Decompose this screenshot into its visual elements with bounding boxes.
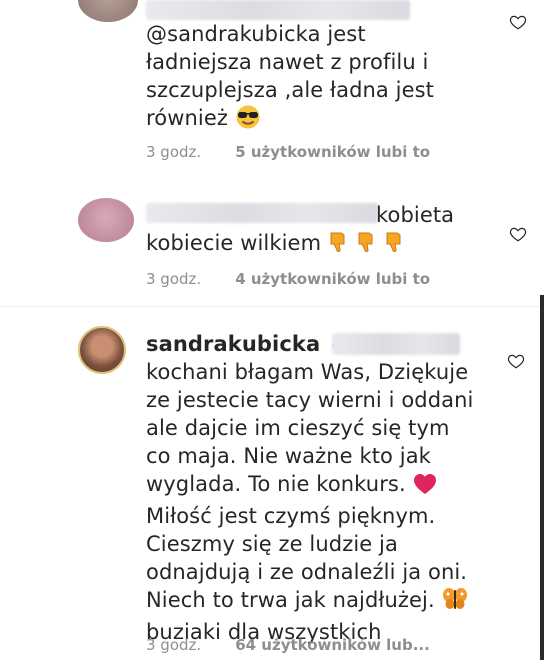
comment-username[interactable]: sandrakubicka	[146, 332, 320, 356]
likes-count[interactable]: 5 użytkowników lubi to	[235, 143, 430, 161]
thumbs-down-emoji	[328, 230, 412, 261]
comment-line-with-butterfly: Niech to trwa jak najdłużej.	[146, 586, 476, 618]
blurred-username	[146, 0, 410, 20]
blurred-username	[146, 203, 378, 223]
comment-text: @sandrakubicka jest ładniejsza nawet z p…	[146, 20, 476, 136]
likes-count[interactable]: 4 użytkowników lubi to	[235, 270, 430, 288]
comment-line: kochani błagam Was, Dziękuje	[146, 360, 469, 384]
comment-header: sandrakubicka	[146, 330, 351, 358]
comment-1: @sandrakubicka jest ładniejsza nawet z p…	[0, 0, 544, 175]
heart-icon[interactable]	[509, 225, 527, 243]
comment-time[interactable]: 3 godz.	[146, 636, 201, 654]
comment-time[interactable]: 3 godz.	[146, 270, 201, 288]
comment-2: kobieta kobiecie wilkiem 3 godz. 4 użytk…	[0, 190, 544, 300]
comment-line: Cieszmy się ze ludzie ja	[146, 532, 398, 556]
avatar[interactable]	[78, 326, 126, 374]
sunglasses-emoji	[235, 105, 261, 136]
comment-line: ze jestecie tacy wierni i oddani	[146, 388, 474, 412]
comment-meta: 3 godz. 64 użytkowników lub...	[146, 636, 430, 654]
comment-text: kobieta	[376, 203, 455, 227]
heart-icon[interactable]	[507, 352, 525, 370]
comment-line: co maja. Nie ważne kto jak	[146, 444, 431, 468]
comment-time[interactable]: 3 godz.	[146, 143, 201, 161]
avatar[interactable]	[78, 0, 138, 22]
comment-meta: 3 godz. 4 użytkowników lubi to	[146, 270, 430, 288]
red-heart-emoji	[413, 473, 437, 502]
comment-meta: 3 godz. 5 użytkowników lubi to	[146, 143, 430, 161]
comment-3: sandrakubicka kochani błagam Was, Dzięku…	[0, 318, 544, 660]
avatar[interactable]	[78, 198, 134, 242]
likes-count[interactable]: 64 użytkowników lub...	[235, 636, 430, 654]
butterfly-emoji	[442, 587, 468, 618]
comment-line: ale dajcie im cieszyć się tym	[146, 416, 450, 440]
heart-icon[interactable]	[509, 13, 527, 31]
divider	[0, 306, 544, 307]
comment-body: kochani błagam Was, Dziękuje ze jestecie…	[146, 358, 476, 646]
blurred-mention	[332, 333, 460, 355]
comment-line: Miłość jest czymś pięknym.	[146, 504, 436, 528]
comment-line: odnajdują i ze odnaleźli ja oni.	[146, 560, 468, 584]
comment-text-line-2: kobiecie wilkiem	[146, 229, 476, 261]
comment-line-with-heart: wyglada. To nie konkurs.	[146, 470, 476, 502]
